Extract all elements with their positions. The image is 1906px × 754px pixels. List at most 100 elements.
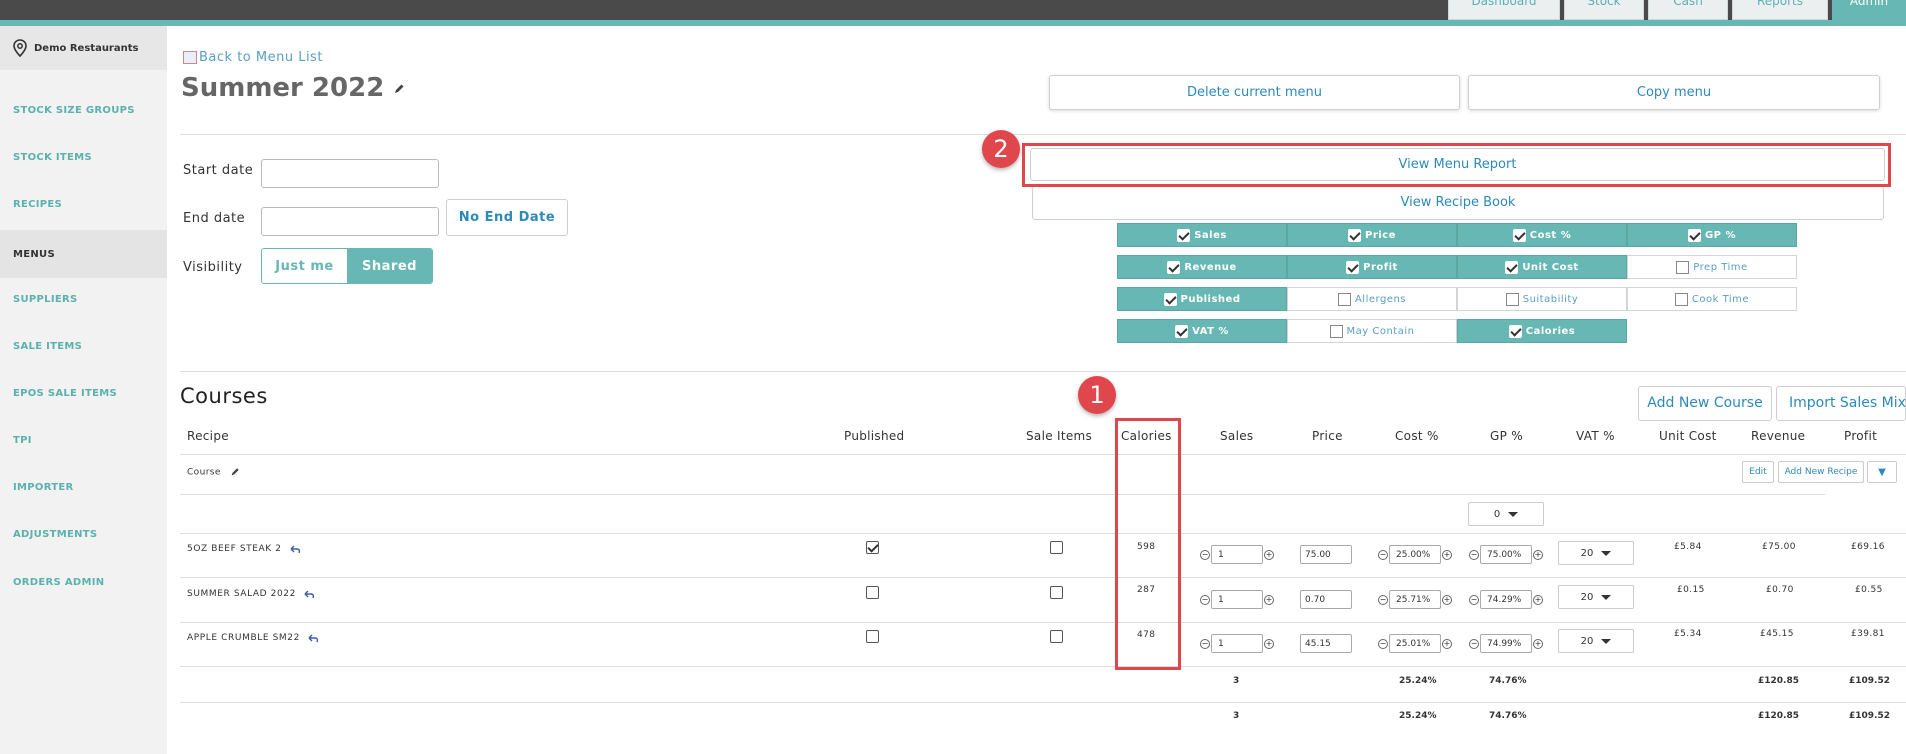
column-toggle-cost-pct[interactable]: Cost % xyxy=(1457,223,1627,247)
import-sales-mix-button[interactable]: Import Sales Mix xyxy=(1776,386,1906,421)
sale-items-checkbox-row-3[interactable] xyxy=(1050,630,1063,643)
column-toggle-unit-cost[interactable]: Unit Cost xyxy=(1457,255,1627,279)
visibility-option-shared[interactable]: Shared xyxy=(347,249,432,283)
published-checkbox-row-2[interactable] xyxy=(866,586,879,599)
tab-stock[interactable]: Stock xyxy=(1564,0,1644,20)
sidebar-item-suppliers[interactable]: SUPPLIERS xyxy=(0,275,167,323)
sale-items-checkbox-row-2[interactable] xyxy=(1050,586,1063,599)
minus-icon[interactable]: − xyxy=(1200,549,1210,560)
annotation-badge-2: 2 xyxy=(982,130,1020,168)
column-toggle-suitability[interactable]: Suitability xyxy=(1457,287,1627,311)
no-end-date-button[interactable]: No End Date xyxy=(446,199,568,236)
minus-icon[interactable]: − xyxy=(1469,638,1479,649)
cost-pct-input[interactable]: 25.01% xyxy=(1389,634,1441,653)
gp-pct-input[interactable]: 74.29% xyxy=(1480,590,1532,609)
column-toggle-gp-pct[interactable]: GP % xyxy=(1627,223,1797,247)
price-input-row-1[interactable]: 75.00 xyxy=(1300,545,1352,564)
location-selector[interactable]: Demo Restaurants xyxy=(0,26,167,70)
sidebar-item-stock-items[interactable]: STOCK ITEMS xyxy=(0,133,167,181)
edit-title-pencil-icon[interactable] xyxy=(393,83,405,95)
copy-menu-button[interactable]: Copy menu xyxy=(1468,75,1880,110)
published-checkbox-row-3[interactable] xyxy=(866,630,879,643)
vat-select-row-2[interactable]: 20 xyxy=(1558,585,1634,609)
published-checkbox-row-1[interactable] xyxy=(866,541,879,554)
course-gp-select[interactable]: 0 xyxy=(1468,502,1544,526)
column-toggle-revenue[interactable]: Revenue xyxy=(1117,255,1287,279)
column-toggle-published[interactable]: Published xyxy=(1117,287,1287,311)
sidebar-item-sale-items[interactable]: SALE ITEMS xyxy=(0,322,167,370)
plus-icon[interactable]: + xyxy=(1442,594,1452,605)
undo-icon[interactable] xyxy=(290,545,301,554)
sales-input[interactable]: 1 xyxy=(1211,590,1263,609)
column-toggle-calories[interactable]: Calories xyxy=(1457,319,1627,343)
end-date-input[interactable] xyxy=(261,207,439,236)
edit-course-pencil-icon[interactable] xyxy=(230,467,240,477)
vat-select-row-3[interactable]: 20 xyxy=(1558,629,1634,653)
sidebar-item-orders-admin[interactable]: ORDERS ADMIN xyxy=(0,558,167,606)
price-input-row-2[interactable]: 0.70 xyxy=(1300,590,1352,609)
column-toggle-price[interactable]: Price xyxy=(1287,223,1457,247)
plus-icon[interactable]: + xyxy=(1533,594,1543,605)
revenue-row-1: £75.00 xyxy=(1762,542,1796,552)
column-toggle-label: Revenue xyxy=(1184,261,1237,273)
sidebar-item-importer[interactable]: IMPORTER xyxy=(0,463,167,511)
column-toggle-sales[interactable]: Sales xyxy=(1117,223,1287,247)
plus-icon[interactable]: + xyxy=(1442,549,1452,560)
sidebar-item-recipes[interactable]: RECIPES xyxy=(0,180,167,228)
delete-current-menu-button[interactable]: Delete current menu xyxy=(1049,75,1460,110)
sales-input[interactable]: 1 xyxy=(1211,634,1263,653)
column-toggle-profit[interactable]: Profit xyxy=(1287,255,1457,279)
sidebar-item-adjustments[interactable]: ADJUSTMENTS xyxy=(0,510,167,558)
column-toggle-prep-time[interactable]: Prep Time xyxy=(1627,255,1797,279)
start-date-input[interactable] xyxy=(261,159,439,188)
column-toggle-allergens[interactable]: Allergens xyxy=(1287,287,1457,311)
add-new-course-button[interactable]: Add New Course xyxy=(1638,386,1772,421)
minus-icon[interactable]: − xyxy=(1378,549,1388,560)
recipe-name-row-1[interactable]: 5OZ BEEF STEAK 2 xyxy=(187,544,301,554)
minus-icon[interactable]: − xyxy=(1469,549,1479,560)
gp-pct-input[interactable]: 74.99% xyxy=(1480,634,1532,653)
plus-icon[interactable]: + xyxy=(1442,638,1452,649)
tab-admin[interactable]: Admin xyxy=(1832,0,1906,20)
undo-icon[interactable] xyxy=(304,590,315,599)
column-toggle-cook-time[interactable]: Cook Time xyxy=(1627,287,1797,311)
sales-input[interactable]: 1 xyxy=(1211,545,1263,564)
minus-icon[interactable]: − xyxy=(1200,594,1210,605)
profit-row-2: £0.55 xyxy=(1855,585,1883,595)
recipe-name-row-2[interactable]: SUMMER SALAD 2022 xyxy=(187,589,315,599)
minus-icon[interactable]: − xyxy=(1378,638,1388,649)
checkbox-unchecked-icon xyxy=(1674,292,1688,306)
edit-course-button[interactable]: Edit xyxy=(1742,461,1774,483)
sidebar-item-menus[interactable]: MENUS xyxy=(0,230,167,278)
sale-items-checkbox-row-1[interactable] xyxy=(1050,541,1063,554)
sidebar-item-epos-sale-items[interactable]: EPOS SALE ITEMS xyxy=(0,369,167,417)
plus-icon[interactable]: + xyxy=(1533,638,1543,649)
gp-pct-input[interactable]: 75.00% xyxy=(1480,545,1532,564)
minus-icon[interactable]: − xyxy=(1200,638,1210,649)
cost-pct-input[interactable]: 25.00% xyxy=(1389,545,1441,564)
recipe-name-row-3[interactable]: APPLE CRUMBLE SM22 xyxy=(187,633,319,643)
visibility-option-just-me[interactable]: Just me xyxy=(262,249,347,283)
course-options-dropdown[interactable]: ▼ xyxy=(1867,461,1897,483)
plus-icon[interactable]: + xyxy=(1264,594,1274,605)
vat-select-row-1[interactable]: 20 xyxy=(1558,541,1634,565)
plus-icon[interactable]: + xyxy=(1533,549,1543,560)
column-toggle-may-contain[interactable]: May Contain xyxy=(1287,319,1457,343)
minus-icon[interactable]: − xyxy=(1378,594,1388,605)
price-input-row-3[interactable]: 45.15 xyxy=(1300,634,1352,653)
tab-dashboard[interactable]: Dashboard xyxy=(1448,0,1560,20)
plus-icon[interactable]: + xyxy=(1264,638,1274,649)
column-toggle-vat-pct[interactable]: VAT % xyxy=(1117,319,1287,343)
minus-icon[interactable]: − xyxy=(1469,594,1479,605)
back-to-menu-list-link[interactable]: Back to Menu List xyxy=(183,50,323,65)
cost-pct-input[interactable]: 25.71% xyxy=(1389,590,1441,609)
view-recipe-book-button[interactable]: View Recipe Book xyxy=(1032,186,1884,220)
tab-reports[interactable]: Reports xyxy=(1732,0,1828,20)
tab-cash[interactable]: Cash xyxy=(1648,0,1728,20)
sidebar-item-tpi[interactable]: TPI xyxy=(0,416,167,464)
plus-icon[interactable]: + xyxy=(1264,549,1274,560)
add-new-recipe-button[interactable]: Add New Recipe xyxy=(1778,461,1864,483)
undo-icon[interactable] xyxy=(308,634,319,643)
sidebar-item-stock-size-groups[interactable]: STOCK SIZE GROUPS xyxy=(0,86,167,134)
location-pin-icon xyxy=(13,39,27,57)
